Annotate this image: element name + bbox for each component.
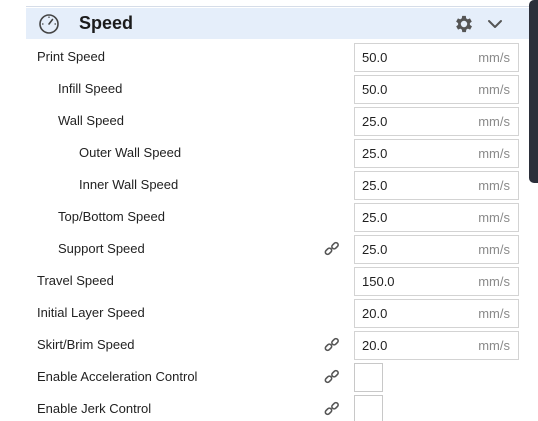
travel-speed-input[interactable]: 150.0 mm/s [354,267,519,296]
field-unit: mm/s [478,210,510,225]
setting-row-initial-layer-speed: Initial Layer Speed 20.0 mm/s [0,297,520,329]
infill-speed-input[interactable]: 50.0 mm/s [354,75,519,104]
print-settings-panel: Speed Print Speed 50.0 mm/s Infill Speed… [0,0,538,421]
inner-wall-speed-input[interactable]: 25.0 mm/s [354,171,519,200]
field-value: 50.0 [362,50,388,65]
field-unit: mm/s [478,146,510,161]
setting-row-inner-wall-speed: Inner Wall Speed 25.0 mm/s [0,169,520,201]
setting-label: Outer Wall Speed [79,145,182,160]
field-value: 20.0 [362,338,388,353]
overlay-panel-edge [529,0,538,183]
setting-label: Travel Speed [37,273,114,288]
setting-row-travel-speed: Travel Speed 150.0 mm/s [0,265,520,297]
setting-label: Enable Acceleration Control [37,369,198,384]
setting-label: Print Speed [37,49,105,64]
support-speed-input[interactable]: 25.0 mm/s [354,235,519,264]
setting-label: Wall Speed [58,113,124,128]
setting-row-wall-speed: Wall Speed 25.0 mm/s [0,105,520,137]
field-value: 25.0 [362,178,388,193]
speedometer-icon [39,14,59,34]
setting-label: Inner Wall Speed [79,177,179,192]
setting-row-enable-acceleration-control: Enable Acceleration Control [0,361,520,393]
setting-label: Skirt/Brim Speed [37,337,135,352]
link-icon[interactable] [323,368,341,386]
setting-label: Support Speed [58,241,145,256]
field-value: 25.0 [362,114,388,129]
setting-row-infill-speed: Infill Speed 50.0 mm/s [0,73,520,105]
field-unit: mm/s [478,306,510,321]
field-value: 150.0 [362,274,395,289]
setting-row-top-bottom-speed: Top/Bottom Speed 25.0 mm/s [0,201,520,233]
gear-icon[interactable] [453,13,475,35]
link-icon[interactable] [323,400,341,418]
setting-label: Enable Jerk Control [37,401,152,416]
print-speed-input[interactable]: 50.0 mm/s [354,43,519,72]
field-unit: mm/s [478,50,510,65]
field-value: 25.0 [362,242,388,257]
field-value: 50.0 [362,82,388,97]
setting-label: Top/Bottom Speed [58,209,165,224]
field-value: 20.0 [362,306,388,321]
link-icon[interactable] [323,336,341,354]
field-unit: mm/s [478,178,510,193]
section-title: Speed [79,13,134,33]
field-value: 25.0 [362,146,388,161]
setting-row-outer-wall-speed: Outer Wall Speed 25.0 mm/s [0,137,520,169]
link-icon[interactable] [323,240,341,258]
field-unit: mm/s [478,242,510,257]
field-unit: mm/s [478,82,510,97]
field-unit: mm/s [478,338,510,353]
setting-row-support-speed: Support Speed 25.0 mm/s [0,233,520,265]
enable-jerk-control-checkbox[interactable] [354,395,383,421]
setting-label: Initial Layer Speed [37,305,145,320]
enable-acceleration-control-checkbox[interactable] [354,363,383,392]
setting-label: Infill Speed [58,81,123,96]
speed-section-header[interactable]: Speed [26,8,530,39]
field-unit: mm/s [478,274,510,289]
field-value: 25.0 [362,210,388,225]
chevron-down-icon[interactable] [486,15,504,33]
setting-row-print-speed: Print Speed 50.0 mm/s [0,41,520,73]
setting-row-skirt-brim-speed: Skirt/Brim Speed 20.0 mm/s [0,329,520,361]
field-unit: mm/s [478,114,510,129]
wall-speed-input[interactable]: 25.0 mm/s [354,107,519,136]
initial-layer-speed-input[interactable]: 20.0 mm/s [354,299,519,328]
setting-row-enable-jerk-control: Enable Jerk Control [0,393,520,421]
top-bottom-speed-input[interactable]: 25.0 mm/s [354,203,519,232]
previous-section-edge [26,0,530,7]
skirt-brim-speed-input[interactable]: 20.0 mm/s [354,331,519,360]
outer-wall-speed-input[interactable]: 25.0 mm/s [354,139,519,168]
